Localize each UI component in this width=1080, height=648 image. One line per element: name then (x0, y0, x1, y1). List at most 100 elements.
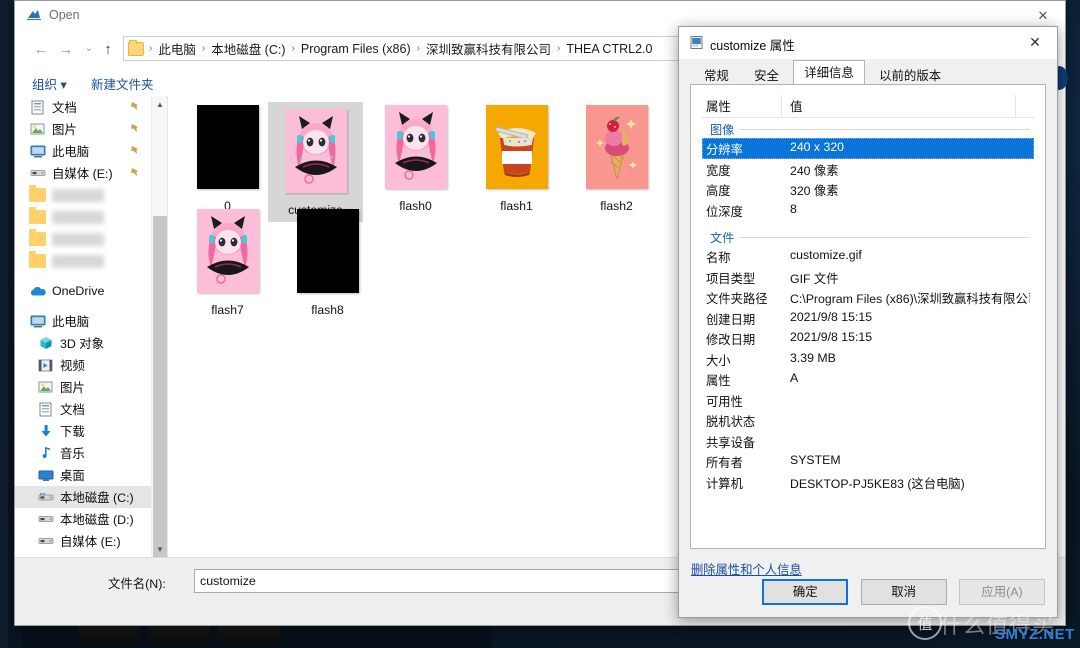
tab-security[interactable]: 安全 (743, 64, 790, 86)
scrollbar-thumb[interactable] (153, 216, 167, 568)
property-value: DESKTOP-PJ5KE83 (这台电脑) (790, 476, 965, 491)
sidebar-item-blurred[interactable] (15, 250, 152, 272)
property-value: C:\Program Files (x86)\深圳致赢科技有限公司\... (790, 292, 1030, 306)
tab-details[interactable]: 详细信息 (793, 60, 865, 85)
thumbnail-black (196, 105, 259, 189)
sidebar-item-onedrive[interactable]: OneDrive (15, 280, 152, 302)
breadcrumb-item-0[interactable]: 此电脑 (155, 39, 199, 58)
property-row-computer[interactable]: 计算机 DESKTOP-PJ5KE83 (这台电脑) (702, 472, 1034, 493)
file-tile-flash0[interactable]: flash0 (368, 102, 463, 214)
property-row-name[interactable]: 名称 customize.gif (702, 246, 1034, 267)
drive-icon (29, 165, 46, 181)
property-row-bit-depth[interactable]: 位深度 8 (702, 200, 1034, 221)
sidebar-item-media-e-pc[interactable]: 自媒体 (E:) (15, 530, 152, 552)
property-row-owner[interactable]: 所有者 SYSTEM (702, 451, 1034, 472)
sidebar-item-local-disk-c[interactable]: 本地磁盘 (C:) (15, 486, 152, 508)
sidebar-item-documents-pc[interactable]: 文档 (15, 398, 152, 420)
file-tile-flash7[interactable]: flash7 (180, 206, 275, 318)
pin-icon (130, 123, 140, 134)
tab-general[interactable]: 常规 (693, 64, 740, 86)
close-icon[interactable]: ✕ (1013, 27, 1057, 58)
folder-icon (29, 185, 46, 202)
scroll-down-icon[interactable]: ▼ (152, 541, 168, 558)
property-key: 计算机 (706, 476, 743, 491)
file-tile-flash1[interactable]: flash1 (469, 102, 564, 214)
drive-icon (37, 511, 54, 527)
new-folder-button[interactable]: 新建文件夹 (91, 74, 154, 93)
file-tile-0[interactable]: 0 (180, 102, 275, 214)
breadcrumb-item-3[interactable]: 深圳致赢科技有限公司 (423, 39, 554, 58)
property-row-resolution[interactable]: 分辨率 240 x 320 (702, 138, 1034, 159)
sidebar-item-local-disk-d[interactable]: 本地磁盘 (D:) (15, 508, 152, 530)
breadcrumb-item-1[interactable]: 本地磁盘 (C:) (208, 39, 288, 58)
breadcrumb-separator: › (201, 43, 206, 54)
property-value: 240 x 320 (790, 140, 845, 154)
property-row-shared-with[interactable]: 共享设备 (702, 431, 1034, 452)
cancel-button[interactable]: 取消 (860, 579, 947, 605)
sidebar-item-music[interactable]: 音乐 (15, 442, 152, 464)
tab-previous-versions[interactable]: 以前的版本 (868, 64, 952, 86)
property-key: 共享设备 (706, 435, 756, 450)
file-tile-customize[interactable]: customize (268, 102, 363, 222)
column-header-property: 属性 (706, 100, 731, 114)
property-row-width[interactable]: 宽度 240 像素 (702, 159, 1034, 180)
sidebar-item-pictures[interactable]: 图片 (15, 118, 152, 140)
property-row-folder-path[interactable]: 文件夹路径 C:\Program Files (x86)\深圳致赢科技有限公司\… (702, 287, 1034, 308)
property-key: 项目类型 (706, 271, 756, 286)
sidebar-item-media-e[interactable]: 自媒体 (E:) (15, 162, 152, 184)
filename-input[interactable] (194, 569, 714, 593)
property-row-height[interactable]: 高度 320 像素 (702, 179, 1034, 200)
forward-button[interactable]: → (55, 38, 77, 60)
sidebar-item-blurred[interactable] (15, 206, 152, 228)
sidebar-item-this-pc[interactable]: 此电脑 (15, 140, 152, 162)
property-row-attributes[interactable]: 属性 A (702, 369, 1034, 390)
sidebar-item-videos[interactable]: 视频 (15, 354, 152, 376)
file-tile-flash8[interactable]: flash8 (280, 206, 375, 318)
sidebar-item-documents[interactable]: 文档 (15, 96, 152, 118)
sidebar-item-this-pc-root[interactable]: 此电脑 (15, 310, 152, 332)
sidebar-item-pictures-pc[interactable]: 图片 (15, 376, 152, 398)
file-name-label: flash2 (600, 199, 633, 213)
organize-button[interactable]: 组织 ▾ (32, 74, 67, 93)
thumbnail-wrap (469, 102, 564, 192)
property-list[interactable]: 属性 值 图像 分辨率 240 x 320 宽度 240 像素 高度 320 像… (702, 95, 1034, 538)
sidebar-item-label: 此电脑 (52, 145, 90, 159)
property-row-created[interactable]: 创建日期 2021/9/8 15:15 (702, 308, 1034, 329)
thumbnail-anime (284, 109, 347, 193)
thumbnail-noodle-cup (485, 105, 548, 189)
scroll-up-icon[interactable]: ▲ (152, 96, 168, 113)
group-label: 文件 (710, 228, 740, 246)
column-divider[interactable] (1015, 95, 1016, 117)
property-row-size[interactable]: 大小 3.39 MB (702, 349, 1034, 370)
property-row-offline-status[interactable]: 脱机状态 (702, 410, 1034, 431)
property-row-item-type[interactable]: 项目类型 GIF 文件 (702, 267, 1034, 288)
up-button[interactable]: ↑ (97, 38, 119, 60)
file-tile-flash2[interactable]: flash2 (569, 102, 664, 214)
group-rule (710, 237, 1030, 238)
property-key: 高度 (706, 184, 731, 198)
breadcrumb-item-4[interactable]: THEA CTRL2.0 (563, 42, 655, 56)
sidebar-item-desktop[interactable]: 桌面 (15, 464, 152, 486)
thumbnail-ice-cream (585, 105, 648, 189)
sidebar-item-blurred[interactable] (15, 228, 152, 250)
sidebar-item-blurred[interactable] (15, 184, 152, 206)
property-row-availability[interactable]: 可用性 (702, 390, 1034, 411)
sidebar-item-downloads[interactable]: 下载 (15, 420, 152, 442)
blurred-label (52, 210, 104, 224)
breadcrumb-item-2[interactable]: Program Files (x86) (298, 42, 414, 56)
property-row-modified[interactable]: 修改日期 2021/9/8 15:15 (702, 328, 1034, 349)
remove-properties-link[interactable]: 删除属性和个人信息 (691, 560, 802, 578)
file-name-label: flash7 (211, 303, 244, 317)
sidebar-item-3d-objects[interactable]: 3D 对象 (15, 332, 152, 354)
property-value: 240 像素 (790, 163, 839, 178)
back-button[interactable]: ← (30, 38, 52, 60)
column-header-value: 值 (790, 100, 803, 114)
sidebar-scrollbar[interactable]: ▲ ▼ (151, 96, 168, 568)
sidebar-item-label: 本地磁盘 (C:) (60, 491, 134, 505)
column-divider[interactable] (781, 95, 782, 117)
property-key: 属性 (706, 374, 731, 388)
ok-button[interactable]: 确定 (762, 579, 849, 605)
folder-icon (29, 251, 46, 268)
apply-button[interactable]: 应用(A) (959, 579, 1045, 605)
